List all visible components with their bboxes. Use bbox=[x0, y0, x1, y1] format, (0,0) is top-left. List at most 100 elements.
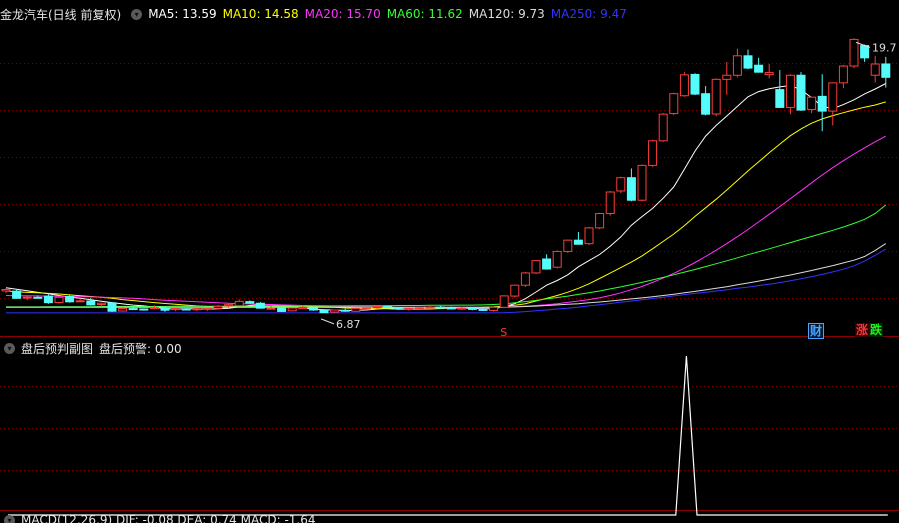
candle-body bbox=[224, 304, 234, 307]
candle bbox=[520, 271, 530, 287]
candle bbox=[838, 65, 848, 89]
chevron-down-icon[interactable]: ▾ bbox=[131, 8, 143, 20]
candle-body bbox=[118, 308, 128, 312]
candle bbox=[785, 74, 795, 115]
candle-body bbox=[637, 164, 647, 201]
fall-tag[interactable]: 跌 bbox=[869, 323, 884, 337]
candle bbox=[255, 302, 265, 309]
candle bbox=[12, 289, 22, 299]
ma-legend-item: MA60: 11.62 bbox=[386, 7, 463, 21]
candle-body bbox=[372, 306, 382, 309]
candle bbox=[510, 284, 520, 298]
candle bbox=[732, 48, 742, 78]
candle-body bbox=[542, 258, 552, 270]
candle bbox=[563, 239, 573, 253]
candle-body bbox=[807, 96, 817, 110]
candle-body bbox=[648, 140, 658, 166]
candle-body bbox=[478, 308, 488, 311]
candle bbox=[658, 113, 668, 142]
candle bbox=[796, 72, 806, 111]
candle-body bbox=[255, 302, 265, 309]
candle-body bbox=[75, 300, 85, 303]
candle bbox=[107, 302, 117, 312]
candle bbox=[213, 304, 223, 309]
candle bbox=[319, 308, 329, 314]
candle-body bbox=[436, 306, 446, 309]
rise-tag[interactable]: 涨 bbox=[855, 323, 870, 337]
candle-body bbox=[531, 260, 541, 274]
candle-body bbox=[711, 78, 721, 115]
candle-body bbox=[171, 308, 181, 311]
low-pointer bbox=[320, 318, 335, 325]
candle-body bbox=[520, 272, 530, 286]
candle bbox=[616, 176, 626, 194]
ma-line-ma60 bbox=[6, 204, 887, 308]
candle-body bbox=[330, 309, 340, 313]
candle-body bbox=[383, 305, 393, 309]
candle bbox=[65, 295, 75, 303]
candle-body bbox=[817, 95, 827, 112]
candle-body bbox=[139, 308, 149, 311]
candle-body bbox=[701, 93, 711, 115]
candle-body bbox=[54, 296, 64, 303]
ma-line-ma10 bbox=[5, 101, 886, 310]
signal-marker: S bbox=[500, 326, 507, 339]
candle bbox=[202, 307, 212, 311]
candle bbox=[552, 250, 562, 269]
candle bbox=[828, 82, 838, 126]
candle bbox=[626, 168, 636, 202]
candle-body bbox=[605, 191, 615, 215]
candle bbox=[701, 86, 711, 116]
main-chart-header: 金龙汽车(日线 前复权) ▾ MA5: 13.59 MA10: 14.58 MA20… bbox=[0, 4, 633, 24]
candle-body bbox=[732, 55, 742, 76]
finance-tag[interactable]: 财 bbox=[808, 323, 825, 339]
sub-chart-value: 盘后预警: 0.00 bbox=[99, 341, 182, 356]
candle-body bbox=[287, 307, 297, 312]
candle bbox=[595, 212, 605, 230]
candle-body bbox=[414, 307, 424, 310]
candle-body bbox=[489, 306, 499, 311]
candle-body bbox=[785, 74, 795, 108]
high-price-label: 19.7 bbox=[872, 41, 897, 54]
candle-body bbox=[446, 307, 456, 310]
candle bbox=[245, 300, 255, 305]
candle-body bbox=[754, 64, 764, 73]
candle-body bbox=[202, 307, 212, 310]
candle bbox=[690, 73, 700, 96]
candle-body bbox=[361, 307, 371, 310]
candle bbox=[54, 296, 64, 304]
candle bbox=[330, 309, 340, 313]
candle-body bbox=[192, 308, 202, 311]
candle-body bbox=[149, 307, 159, 310]
candle-body bbox=[277, 307, 287, 312]
candle bbox=[775, 70, 785, 109]
candle-body bbox=[65, 295, 75, 303]
candle-body bbox=[796, 74, 806, 111]
candle bbox=[383, 305, 393, 309]
chevron-down-icon[interactable]: ▾ bbox=[4, 342, 15, 354]
candle-body bbox=[690, 73, 700, 95]
candle bbox=[404, 307, 414, 311]
candle-body bbox=[404, 307, 414, 310]
candle-body bbox=[775, 89, 785, 108]
candle bbox=[870, 55, 880, 83]
candle-body bbox=[669, 93, 679, 115]
candle bbox=[764, 63, 774, 79]
low-price-label: 6.87 bbox=[336, 318, 361, 331]
candle-body bbox=[743, 55, 753, 69]
candle-body bbox=[298, 306, 308, 310]
candle bbox=[489, 306, 499, 312]
candle bbox=[722, 61, 732, 95]
ma-legend: MA5: 13.59 MA10: 14.58 MA20: 15.70 MA60: 11… bbox=[148, 7, 633, 21]
chevron-down-icon[interactable]: ▾ bbox=[4, 514, 15, 523]
candle bbox=[754, 57, 764, 73]
chart-canvas[interactable]: 19.7 6.87 S bbox=[0, 0, 899, 523]
candle bbox=[499, 295, 509, 308]
candle-body bbox=[467, 307, 477, 310]
candle-body bbox=[308, 307, 318, 311]
candle-body bbox=[160, 307, 170, 311]
ma-legend-item: MA250: 9.47 bbox=[550, 7, 627, 21]
candle bbox=[860, 44, 870, 62]
candle-body bbox=[181, 308, 191, 311]
candle bbox=[192, 307, 202, 312]
